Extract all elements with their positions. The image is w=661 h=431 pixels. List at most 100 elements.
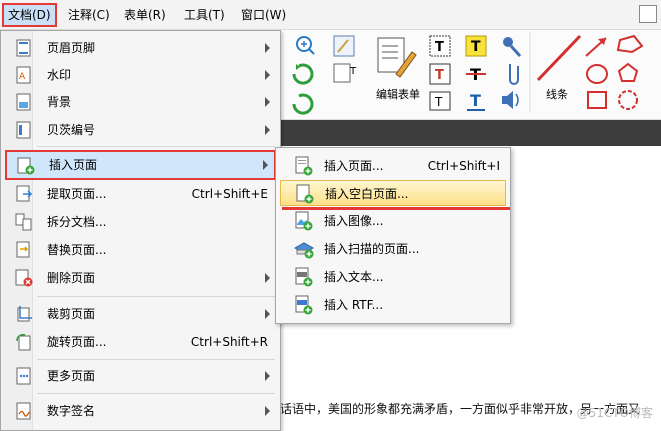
menu-item-header-footer[interactable]: 页眉页脚 [5, 35, 276, 61]
crop-page-icon [17, 306, 32, 322]
menu-item-label: 插入页面 [49, 158, 98, 172]
svg-text:T: T [471, 39, 481, 55]
more-pages-icon [16, 367, 31, 385]
menu-item-label: 数字签名 [47, 404, 96, 418]
submenu-item-shortcut: Ctrl+Shift+I [427, 159, 500, 173]
background-icon [16, 93, 31, 111]
menu-item-label: 水印 [47, 68, 72, 82]
highlight-text-icon[interactable]: T [465, 35, 487, 57]
app-window: 文档(D) 注释(C) 表单(R) 工具(T) 窗口(W) T T T T T … [0, 0, 661, 431]
menu-item-watermark[interactable]: A 水印 [5, 62, 276, 88]
key-icon[interactable] [503, 37, 522, 58]
menu-tools[interactable]: 工具(T) [180, 5, 229, 25]
svg-text:T: T [349, 66, 357, 77]
menu-form[interactable]: 表单(R) [120, 5, 170, 25]
polygon-tool-icon[interactable] [616, 34, 644, 54]
ellipse-tool-icon[interactable] [586, 64, 608, 84]
digital-signature-icon [16, 402, 31, 420]
line-label[interactable]: 线条 [546, 86, 568, 102]
edit-form-label[interactable]: 编辑表单 [376, 86, 420, 102]
submenu-item-label: 插入文本... [324, 270, 384, 284]
menu-item-label: 删除页面 [47, 271, 96, 285]
menu-item-delete-pages[interactable]: 删除页面 [5, 265, 276, 291]
menu-item-label: 更多页面 [47, 369, 96, 383]
submenu-item-insert-text[interactable]: 插入文本... [280, 264, 506, 290]
menu-item-bates-numbering[interactable]: 贝茨编号 [5, 117, 276, 143]
text-field-icon[interactable]: T [429, 91, 451, 111]
submenu-item-insert-rtf[interactable]: 插入 RTF... [280, 292, 506, 318]
menu-item-digital-signature[interactable]: 数字签名 [5, 398, 276, 424]
watermark-icon: A [16, 66, 31, 84]
refresh-icon[interactable] [292, 63, 314, 85]
form-field-icon[interactable] [333, 35, 355, 57]
menu-item-rotate-pages[interactable]: 旋转页面... Ctrl+Shift+R [5, 329, 276, 355]
menu-separator [37, 296, 275, 297]
underline-text-icon[interactable]: T [467, 91, 485, 111]
menu-item-crop-pages[interactable]: 裁剪页面 [5, 301, 276, 327]
menu-annotate[interactable]: 注释(C) [64, 5, 114, 25]
submenu-item-label: 插入扫描的页面... [324, 242, 420, 256]
text-box-icon[interactable]: T [429, 35, 451, 57]
svg-text:T: T [435, 40, 444, 55]
menu-item-background[interactable]: 背景 [5, 89, 276, 115]
submenu-item-insert-image[interactable]: 插入图像... [280, 208, 506, 234]
split-document-icon [15, 213, 32, 231]
menu-item-insert-page[interactable]: 插入页面 [5, 150, 276, 180]
cloud-tool-icon[interactable] [618, 90, 638, 110]
svg-text:T: T [434, 95, 443, 109]
menu-document[interactable]: 文档(D) [2, 3, 57, 27]
zoom-in-icon[interactable] [296, 36, 315, 55]
arrow-tool-icon[interactable] [585, 37, 607, 57]
form-text-icon[interactable]: T [333, 63, 357, 83]
rectangle-tool-icon[interactable] [587, 91, 607, 109]
chevron-right-icon [265, 70, 270, 80]
chevron-right-icon [265, 273, 270, 283]
insert-page-submenu: 插入页面... Ctrl+Shift+I 插入空白页面... 插入图像... 插… [275, 147, 511, 324]
chevron-right-icon [265, 97, 270, 107]
submenu-item-insert-scanned-page[interactable]: 插入扫描的页面... [280, 236, 506, 262]
extract-page-icon [16, 185, 33, 202]
menu-window[interactable]: 窗口(W) [237, 5, 290, 25]
sound-icon[interactable] [502, 91, 519, 109]
rotate-icon[interactable] [292, 93, 314, 115]
menu-item-shortcut: Ctrl+Shift+R [190, 335, 268, 349]
insert-image-icon [295, 211, 313, 231]
watermark: @51CTO博客 [576, 406, 653, 420]
chevron-right-icon [265, 371, 270, 381]
line-tool-icon[interactable] [536, 34, 582, 82]
submenu-item-label: 插入 RTF... [324, 298, 384, 312]
chevron-right-icon [265, 43, 270, 53]
menu-separator [37, 359, 275, 360]
menu-item-label: 贝茨编号 [47, 123, 96, 137]
menu-item-extract-pages[interactable]: 提取页面... Ctrl+Shift+E [5, 181, 276, 207]
menu-item-replace-pages[interactable]: 替换页面... [5, 237, 276, 263]
window-control-icon[interactable] [639, 5, 657, 23]
submenu-item-insert-blank-page[interactable]: 插入空白页面... [280, 180, 506, 206]
replace-page-icon [16, 241, 30, 258]
svg-text:A: A [19, 72, 26, 82]
chevron-right-icon [263, 160, 268, 170]
callout-icon[interactable]: T [429, 63, 451, 85]
menu-item-label: 旋转页面... [47, 335, 107, 349]
pentagon-tool-icon[interactable] [617, 62, 639, 82]
menu-item-shortcut: Ctrl+Shift+E [191, 187, 268, 201]
ribbon-icons: T T T T T T T [292, 32, 644, 115]
bates-numbering-icon [16, 121, 31, 139]
rotate-page-icon [16, 333, 31, 351]
chevron-right-icon [265, 406, 270, 416]
submenu-item-label: 插入页面... [324, 159, 384, 173]
menu-bar: 文档(D) 注释(C) 表单(R) 工具(T) 窗口(W) [0, 0, 661, 30]
paperclip-icon[interactable] [509, 64, 519, 85]
insert-page-icon [17, 157, 35, 175]
submenu-item-insert-pages[interactable]: 插入页面... Ctrl+Shift+I [280, 153, 506, 179]
header-footer-icon [16, 39, 31, 57]
strikeout-text-icon[interactable]: T [466, 65, 486, 84]
document-tab-bar [280, 120, 661, 146]
menu-item-split-document[interactable]: 拆分文档... [5, 209, 276, 235]
menu-item-more-pages[interactable]: 更多页面 [5, 363, 276, 389]
rtf-file-icon [295, 295, 313, 315]
edit-form-icon[interactable] [377, 37, 417, 78]
blank-page-icon [296, 184, 314, 204]
scanner-icon [294, 242, 314, 259]
ribbon-toolbar: T T T T T T T 编辑表单 线条 [280, 30, 661, 120]
